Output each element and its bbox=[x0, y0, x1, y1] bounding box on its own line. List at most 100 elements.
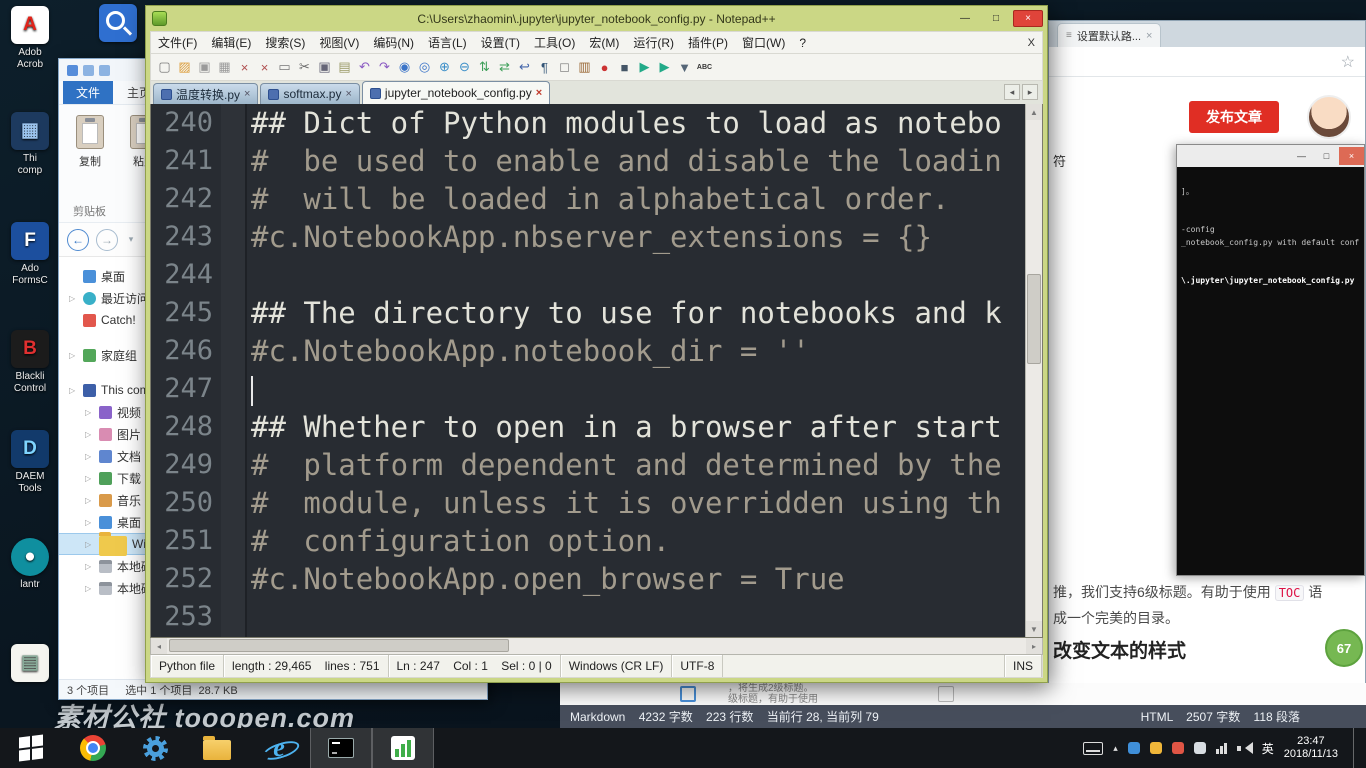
tray-blue-app-icon[interactable] bbox=[1128, 742, 1140, 754]
expand-arrow-icon[interactable]: ▷ bbox=[85, 562, 94, 571]
sync-scroll-h-icon[interactable]: ⇄ bbox=[495, 58, 514, 77]
menubar-close-icon[interactable]: X bbox=[1028, 37, 1035, 49]
zoom-out-icon[interactable]: ⊖ bbox=[455, 58, 474, 77]
open-folder-icon[interactable]: ▨ bbox=[175, 58, 194, 77]
save-all-icon[interactable]: ▦ bbox=[215, 58, 234, 77]
menu-item[interactable]: 宏(M) bbox=[582, 32, 626, 53]
paste-icon[interactable]: ▤ bbox=[335, 58, 354, 77]
show-hidden-icons-chevron[interactable]: ▴ bbox=[1113, 743, 1118, 754]
explorer-qat-icon[interactable] bbox=[99, 65, 110, 76]
ime-language-indicator[interactable]: 英 bbox=[1262, 740, 1274, 757]
menu-item[interactable]: ? bbox=[792, 32, 813, 53]
menu-item[interactable]: 编码(N) bbox=[366, 32, 421, 53]
editor-tab[interactable]: jupyter_notebook_config.py× bbox=[362, 81, 550, 104]
titlebar[interactable]: C:\Users\zhaomin\.jupyter\jupyter_notebo… bbox=[150, 6, 1043, 31]
record-macro-icon[interactable]: ● bbox=[595, 58, 614, 77]
back-button[interactable]: ← bbox=[67, 229, 89, 251]
menu-item[interactable]: 搜索(S) bbox=[258, 32, 312, 53]
expand-arrow-icon[interactable]: ▷ bbox=[85, 408, 94, 417]
menu-item[interactable]: 语言(L) bbox=[421, 32, 474, 53]
desktop-icon-blackberry[interactable]: BBlackli Control bbox=[4, 330, 56, 395]
find-icon[interactable]: ◉ bbox=[395, 58, 414, 77]
doc-switcher-icon[interactable]: ▥ bbox=[575, 58, 594, 77]
menu-item[interactable]: 设置(T) bbox=[474, 32, 527, 53]
desktop-icon-search[interactable] bbox=[92, 4, 144, 45]
recent-locations-dropdown-icon[interactable]: ▾ bbox=[125, 229, 137, 251]
bookmark-star-icon[interactable]: ☆ bbox=[1341, 52, 1355, 72]
expand-arrow-icon[interactable]: ▷ bbox=[85, 430, 94, 439]
expand-arrow-icon[interactable]: ▷ bbox=[85, 518, 94, 527]
undo-icon[interactable]: ↶ bbox=[355, 58, 374, 77]
cmd-maximize-button[interactable]: □ bbox=[1314, 147, 1339, 165]
cmd-minimize-button[interactable]: — bbox=[1289, 147, 1314, 165]
score-badge[interactable]: 67 bbox=[1325, 629, 1363, 667]
expand-arrow-icon[interactable]: ▷ bbox=[69, 386, 78, 395]
expand-arrow-icon[interactable]: ▷ bbox=[85, 584, 94, 593]
cmd-titlebar[interactable]: — □ × bbox=[1177, 145, 1364, 167]
taskbar-cmd-button[interactable] bbox=[310, 728, 372, 768]
vertical-scrollbar[interactable]: ▲ ▼ bbox=[1025, 104, 1042, 637]
cut-icon[interactable]: ✂ bbox=[295, 58, 314, 77]
tab-scroll-left-icon[interactable]: ◂ bbox=[1004, 84, 1020, 100]
expand-arrow-icon[interactable]: ▷ bbox=[85, 496, 94, 505]
expand-arrow-icon[interactable]: ▷ bbox=[85, 474, 94, 483]
tray-device-icon[interactable] bbox=[1194, 742, 1206, 754]
user-avatar[interactable] bbox=[1307, 95, 1351, 139]
close-all-icon[interactable]: × bbox=[255, 58, 274, 77]
tray-yellow-app-icon[interactable] bbox=[1150, 742, 1162, 754]
taskbar-clock[interactable]: 23:47 2018/11/13 bbox=[1284, 735, 1338, 761]
taskbar-chrome-button[interactable] bbox=[62, 728, 124, 768]
editor-tab[interactable]: softmax.py× bbox=[260, 83, 359, 104]
start-button[interactable] bbox=[0, 728, 62, 768]
desktop-icon-lantern[interactable]: ●lantr bbox=[4, 538, 56, 591]
menu-item[interactable]: 工具(O) bbox=[527, 32, 582, 53]
run-macro-multiple-icon[interactable]: ▶ bbox=[655, 58, 674, 77]
sync-scroll-v-icon[interactable]: ⇅ bbox=[475, 58, 494, 77]
touch-keyboard-icon[interactable] bbox=[1083, 742, 1103, 755]
tab-close-icon[interactable]: × bbox=[345, 88, 351, 100]
editor-area[interactable]: 2402412422432442452462472482492502512522… bbox=[150, 104, 1043, 638]
expand-arrow-icon[interactable]: ▷ bbox=[85, 540, 94, 549]
forward-button[interactable]: → bbox=[96, 229, 118, 251]
maximize-button[interactable]: □ bbox=[982, 10, 1010, 27]
expand-arrow-icon[interactable]: ▷ bbox=[69, 351, 78, 360]
show-desktop-strip[interactable] bbox=[1353, 728, 1362, 768]
spell-check-icon[interactable]: ABC bbox=[695, 58, 714, 77]
desktop-icon-daemon[interactable]: DDAEM Tools bbox=[4, 430, 56, 495]
editor-tab[interactable]: 温度转换.py× bbox=[153, 83, 258, 104]
vertical-scroll-thumb[interactable] bbox=[1027, 274, 1041, 364]
taskbar-ie-button[interactable]: e bbox=[248, 728, 310, 768]
desktop-icon-forms[interactable]: FAdo FormsC bbox=[4, 222, 56, 287]
save-icon[interactable]: ▣ bbox=[195, 58, 214, 77]
horizontal-scrollbar[interactable]: ◂ ▸ bbox=[150, 638, 1043, 655]
menu-item[interactable]: 文件(F) bbox=[151, 32, 204, 53]
desktop-icon-computer[interactable]: ▦Thi comp bbox=[4, 112, 56, 177]
replace-icon[interactable]: ◎ bbox=[415, 58, 434, 77]
menu-item[interactable]: 视图(V) bbox=[312, 32, 366, 53]
table-icon[interactable] bbox=[680, 686, 696, 702]
fullscreen-icon[interactable] bbox=[938, 686, 954, 702]
scroll-up-icon[interactable]: ▲ bbox=[1026, 104, 1042, 120]
browser-tab[interactable]: ≡ 设置默认路... × bbox=[1057, 23, 1161, 47]
menu-item[interactable]: 编辑(E) bbox=[204, 32, 258, 53]
new-file-icon[interactable]: ▢ bbox=[155, 58, 174, 77]
show-symbols-icon[interactable]: ¶ bbox=[535, 58, 554, 77]
word-wrap-icon[interactable]: ↩ bbox=[515, 58, 534, 77]
scroll-left-icon[interactable]: ◂ bbox=[151, 638, 167, 654]
menu-item[interactable]: 插件(P) bbox=[681, 32, 735, 53]
minimize-button[interactable]: — bbox=[951, 10, 979, 27]
copy-icon[interactable]: ▣ bbox=[315, 58, 334, 77]
volume-icon[interactable] bbox=[1237, 742, 1252, 755]
tab-close-icon[interactable]: × bbox=[536, 87, 542, 99]
network-signal-icon[interactable] bbox=[1216, 742, 1227, 754]
scroll-right-icon[interactable]: ▸ bbox=[1026, 638, 1042, 654]
tray-red-app-icon[interactable] bbox=[1172, 742, 1184, 754]
stop-macro-icon[interactable]: ■ bbox=[615, 58, 634, 77]
taskbar-explorer-button[interactable] bbox=[186, 728, 248, 768]
cmd-close-button[interactable]: × bbox=[1339, 147, 1364, 165]
taskbar-settings-button[interactable] bbox=[124, 728, 186, 768]
explorer-file-tab[interactable]: 文件 bbox=[63, 81, 113, 104]
desktop-icon-notes[interactable]: ▤ bbox=[4, 644, 56, 685]
explorer-qat-icon[interactable] bbox=[83, 65, 94, 76]
close-icon[interactable]: × bbox=[235, 58, 254, 77]
